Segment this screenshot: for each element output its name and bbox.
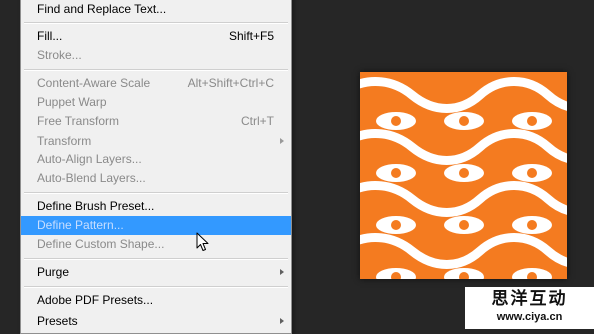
- menu-item-label: Find and Replace Text...: [37, 2, 167, 16]
- menu-item-shortcut: Ctrl+T: [241, 114, 274, 128]
- submenu-arrow-icon: [280, 138, 284, 144]
- menu-item-label: Adobe PDF Presets...: [37, 293, 154, 307]
- watermark-url: www.ciya.cn: [496, 311, 563, 323]
- menu-item-auto-blend-layers[interactable]: Auto-Blend Layers...: [21, 169, 291, 188]
- watermark-title: 思洋互动: [491, 289, 568, 309]
- submenu-arrow-icon: [280, 269, 284, 275]
- menu-item-define-custom-shape[interactable]: Define Custom Shape...: [21, 235, 291, 254]
- edit-menu: Find and Replace Text... Fill... Shift+F…: [20, 0, 292, 334]
- menu-separator: [24, 22, 288, 24]
- menu-item-fill[interactable]: Fill... Shift+F5: [21, 27, 291, 46]
- menu-item-auto-align-layers[interactable]: Auto-Align Layers...: [21, 150, 291, 169]
- menu-item-label: Define Custom Shape...: [37, 237, 165, 251]
- menu-item-content-aware-scale[interactable]: Content-Aware Scale Alt+Shift+Ctrl+C: [21, 74, 291, 93]
- menu-item-label: Puppet Warp: [37, 95, 107, 109]
- menu-separator: [24, 286, 288, 288]
- menu-item-purge[interactable]: Purge: [21, 263, 291, 282]
- menu-item-label: Free Transform: [37, 114, 120, 128]
- menu-item-label: Fill...: [37, 29, 63, 43]
- menu-item-label: Define Brush Preset...: [37, 199, 155, 213]
- menu-separator: [24, 258, 288, 260]
- menu-item-label: Stroke...: [37, 48, 82, 62]
- menu-item-stroke[interactable]: Stroke...: [21, 46, 291, 65]
- menu-item-free-transform[interactable]: Free Transform Ctrl+T: [21, 112, 291, 131]
- menu-item-label: Define Pattern...: [37, 218, 124, 232]
- menu-item-transform[interactable]: Transform: [21, 132, 291, 151]
- menu-item-define-pattern[interactable]: Define Pattern...: [21, 216, 291, 235]
- submenu-arrow-icon: [280, 318, 284, 324]
- menu-item-label: Purge: [37, 265, 70, 279]
- menu-item-shortcut: Shift+F5: [228, 29, 274, 43]
- menu-item-label: Auto-Align Layers...: [37, 152, 142, 166]
- menu-item-label: Presets: [37, 314, 78, 328]
- menu-item-label: Transform: [37, 134, 92, 148]
- menu-item-shortcut: Alt+Shift+Ctrl+C: [187, 76, 274, 90]
- menu-separator: [24, 192, 288, 194]
- pattern-preview-image: [360, 72, 567, 279]
- menu-item-presets[interactable]: Presets: [21, 312, 291, 331]
- menu-item-label: Auto-Blend Layers...: [37, 171, 146, 185]
- menu-separator: [24, 69, 288, 71]
- menu-item-find-replace-text[interactable]: Find and Replace Text...: [21, 0, 291, 19]
- menu-item-puppet-warp[interactable]: Puppet Warp: [21, 93, 291, 112]
- watermark: 思洋互动 www.ciya.cn: [465, 287, 594, 329]
- menu-item-define-brush-preset[interactable]: Define Brush Preset...: [21, 197, 291, 216]
- mouse-pointer-icon: [196, 232, 209, 251]
- menu-item-adobe-pdf-presets[interactable]: Adobe PDF Presets...: [21, 291, 291, 310]
- menu-item-label: Content-Aware Scale: [37, 76, 151, 90]
